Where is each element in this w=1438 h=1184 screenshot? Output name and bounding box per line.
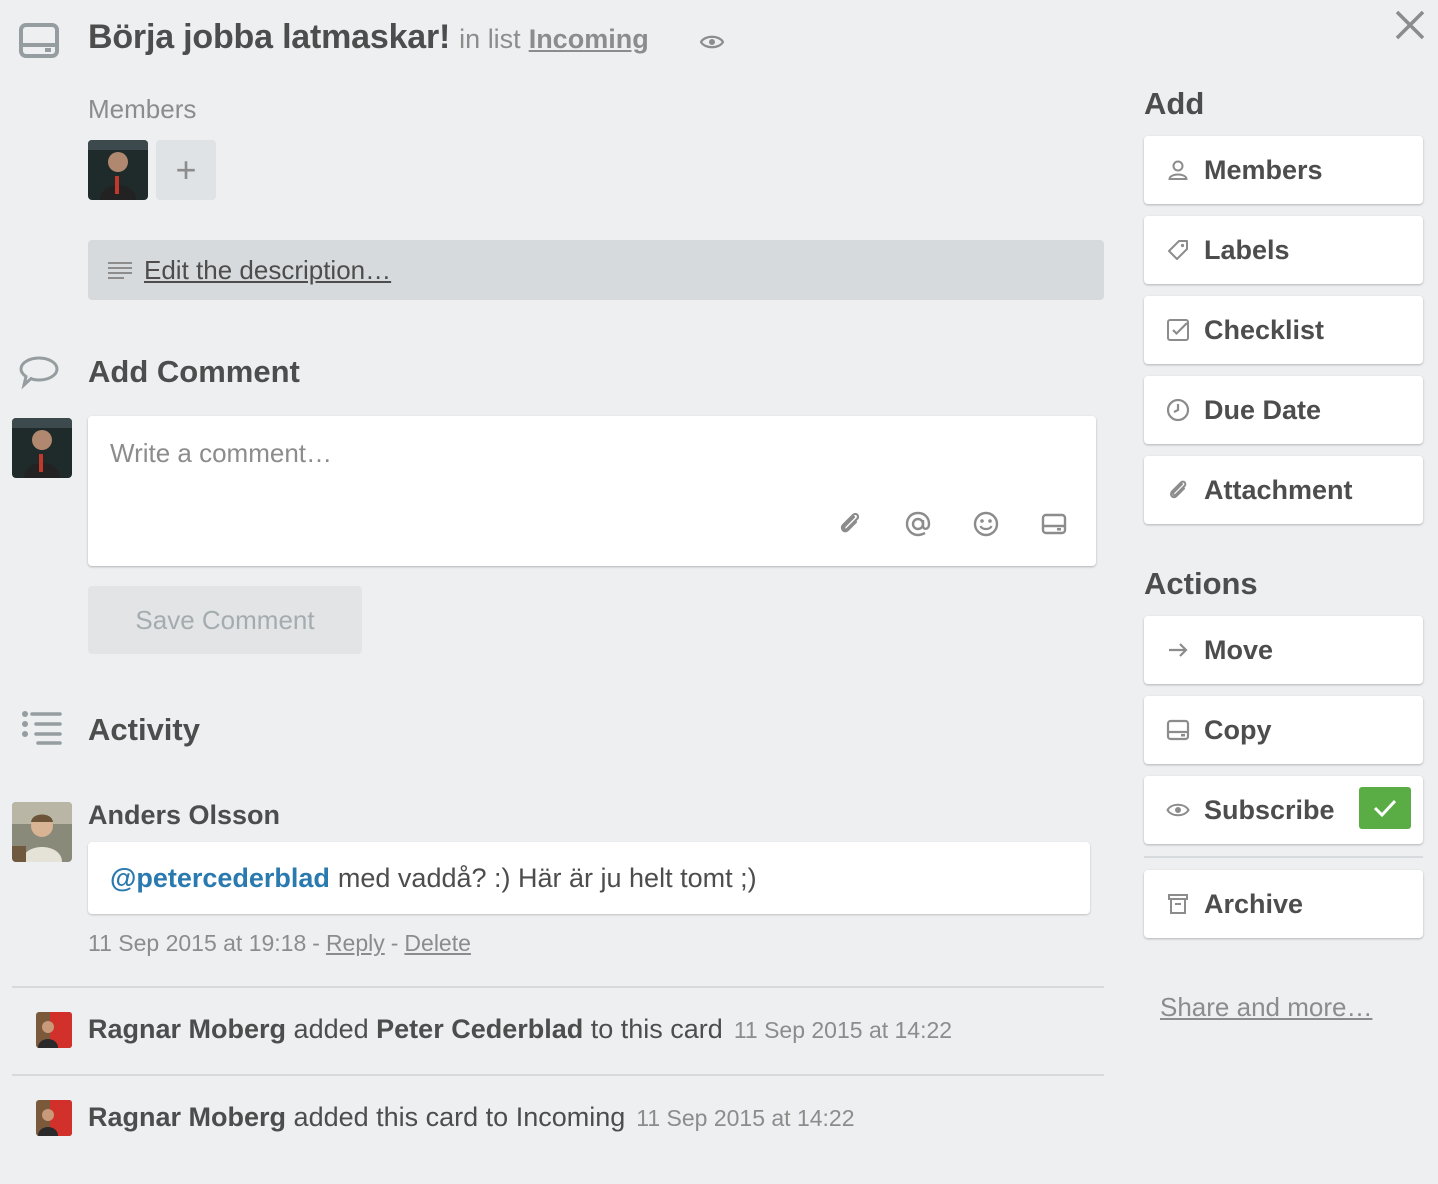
activity-divider	[12, 1074, 1104, 1076]
meta-separator: -	[390, 930, 399, 956]
emoji-icon[interactable]	[972, 510, 1000, 538]
add-attachment-button[interactable]: Attachment	[1144, 456, 1423, 524]
delete-link[interactable]: Delete	[404, 930, 470, 957]
button-label: Move	[1204, 634, 1274, 665]
add-labels-button[interactable]: Labels	[1144, 216, 1423, 284]
activity-item: Ragnar Moberg added Peter Cederblad to t…	[88, 1014, 952, 1045]
activity-date[interactable]: 11 Sep 2015 at 14:22	[734, 1017, 952, 1044]
button-label: Due Date	[1204, 394, 1322, 425]
sidebar-divider	[1144, 856, 1423, 858]
attachment-icon	[1166, 478, 1190, 502]
current-user-avatar	[12, 418, 72, 478]
archive-icon	[1166, 892, 1190, 916]
add-members-button[interactable]: Members	[1144, 136, 1423, 204]
arrow-right-icon	[1166, 638, 1190, 662]
button-label: Attachment	[1204, 474, 1353, 505]
comment-icon	[18, 352, 60, 394]
activity-verb: added	[293, 1014, 369, 1044]
add-checklist-button[interactable]: Checklist	[1144, 296, 1423, 364]
activity-icon	[20, 708, 62, 750]
person-icon	[1166, 158, 1190, 182]
activity-object[interactable]: Peter Cederblad	[376, 1014, 583, 1045]
save-comment-button[interactable]: Save Comment	[88, 586, 362, 654]
activity-suffix: to this card	[590, 1014, 723, 1044]
comment-meta: 11 Sep 2015 at 19:18 - Reply - Delete	[88, 930, 471, 957]
comment-placeholder[interactable]: Write a comment…	[110, 438, 332, 469]
copy-button[interactable]: Copy	[1144, 696, 1423, 764]
activity-actor[interactable]: Ragnar Moberg	[88, 1102, 286, 1133]
button-label: Labels	[1204, 234, 1290, 265]
subscribe-button[interactable]: Subscribe	[1144, 776, 1423, 844]
button-label: Copy	[1204, 714, 1272, 745]
checklist-icon	[1166, 318, 1190, 342]
description-icon	[108, 260, 132, 280]
mention-link[interactable]: @petercederblad	[110, 863, 330, 894]
activity-avatar[interactable]	[36, 1100, 72, 1136]
activity-avatar[interactable]	[36, 1012, 72, 1048]
author-avatar[interactable]	[12, 802, 72, 862]
list-link[interactable]: Incoming	[529, 24, 649, 55]
comment-body: @petercederblad med vaddå? :) Här är ju …	[88, 842, 1090, 914]
comment-author[interactable]: Anders Olsson	[88, 800, 280, 831]
actions-heading: Actions	[1144, 566, 1258, 601]
in-list-label: in list	[459, 24, 521, 54]
add-member-button[interactable]: +	[156, 140, 216, 200]
eye-icon	[699, 32, 725, 52]
card-title-row: Börja jobba latmaskar! in list Incoming	[88, 18, 649, 64]
move-button[interactable]: Move	[1144, 616, 1423, 684]
meta-separator: -	[312, 930, 320, 956]
card-icon	[18, 20, 60, 62]
add-comment-heading: Add Comment	[88, 354, 300, 389]
clock-icon	[1166, 398, 1190, 422]
attachment-icon[interactable]	[836, 510, 864, 538]
activity-verb: added this card to Incoming	[293, 1102, 626, 1132]
card-title[interactable]: Börja jobba latmaskar!	[88, 18, 450, 57]
description-box[interactable]: Edit the description…	[88, 240, 1104, 300]
mention-icon[interactable]	[904, 510, 932, 538]
activity-item: Ragnar Moberg added this card to Incomin…	[88, 1102, 855, 1133]
label-icon	[1166, 238, 1190, 262]
card-icon	[1166, 718, 1190, 742]
add-heading: Add	[1144, 86, 1205, 121]
button-label: Checklist	[1204, 314, 1325, 345]
share-and-more-link[interactable]: Share and more…	[1160, 992, 1372, 1023]
activity-actor[interactable]: Ragnar Moberg	[88, 1014, 286, 1045]
comment-timestamp[interactable]: 11 Sep 2015 at 19:18	[88, 930, 306, 957]
button-label: Archive	[1204, 888, 1304, 919]
subscribed-check-icon	[1359, 787, 1411, 829]
member-avatar[interactable]	[88, 140, 148, 200]
reply-link[interactable]: Reply	[326, 930, 385, 957]
comment-text: med vaddå? :) Här är ju helt tomt ;)	[337, 862, 757, 893]
edit-description-link[interactable]: Edit the description…	[144, 255, 391, 286]
activity-date[interactable]: 11 Sep 2015 at 14:22	[636, 1105, 854, 1132]
button-label: Members	[1204, 154, 1323, 185]
members-label: Members	[88, 94, 197, 124]
add-due-date-button[interactable]: Due Date	[1144, 376, 1423, 444]
archive-button[interactable]: Archive	[1144, 870, 1423, 938]
activity-divider	[12, 986, 1104, 988]
eye-icon	[1166, 798, 1190, 822]
card-link-icon[interactable]	[1040, 510, 1068, 538]
button-label: Subscribe	[1204, 794, 1335, 825]
close-icon[interactable]	[1393, 8, 1427, 42]
activity-heading: Activity	[88, 712, 200, 747]
